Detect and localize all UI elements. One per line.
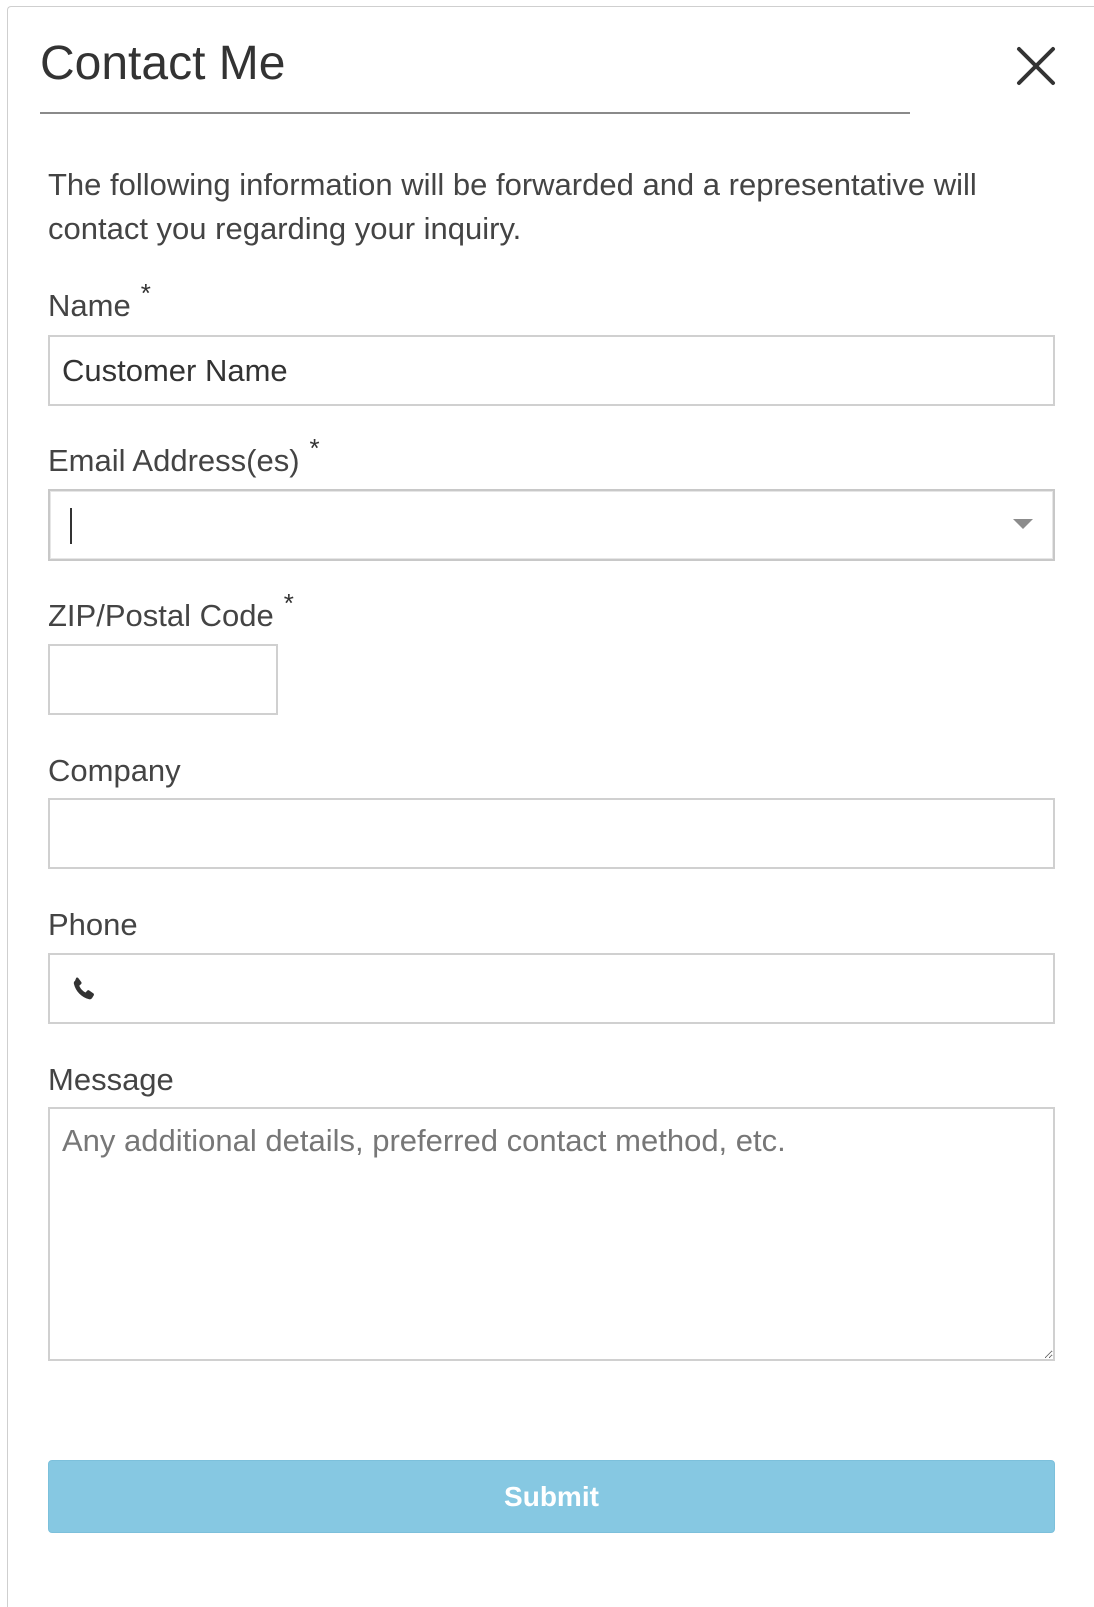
name-input[interactable]	[48, 335, 1055, 406]
dialog-title: Contact Me	[40, 37, 286, 90]
phone-field	[48, 953, 1055, 1024]
zip-input[interactable]	[48, 644, 278, 715]
message-label: Message	[48, 1062, 174, 1097]
email-label: Email Address(es) *	[48, 433, 320, 482]
name-label: Name *	[48, 278, 151, 327]
email-label-text: Email Address(es)	[48, 443, 300, 478]
required-mark: *	[283, 588, 294, 618]
intro-text: The following information will be forwar…	[48, 167, 977, 246]
submit-button[interactable]: Submit	[48, 1460, 1055, 1533]
phone-label: Phone	[48, 907, 138, 942]
required-mark: *	[309, 433, 320, 463]
company-input[interactable]	[48, 798, 1055, 869]
phone-input[interactable]	[110, 955, 1044, 1024]
text-cursor	[70, 508, 72, 544]
zip-label: ZIP/Postal Code *	[48, 588, 294, 637]
email-select-input[interactable]	[48, 489, 1055, 561]
chevron-down-icon[interactable]	[1013, 519, 1033, 529]
close-icon	[1017, 47, 1055, 85]
company-label: Company	[48, 753, 181, 788]
close-button[interactable]	[1010, 40, 1062, 92]
message-textarea[interactable]	[48, 1107, 1055, 1361]
name-label-text: Name	[48, 288, 131, 323]
required-mark: *	[140, 278, 151, 308]
phone-icon	[73, 977, 94, 1000]
title-divider	[40, 112, 910, 114]
zip-label-text: ZIP/Postal Code	[48, 598, 274, 633]
